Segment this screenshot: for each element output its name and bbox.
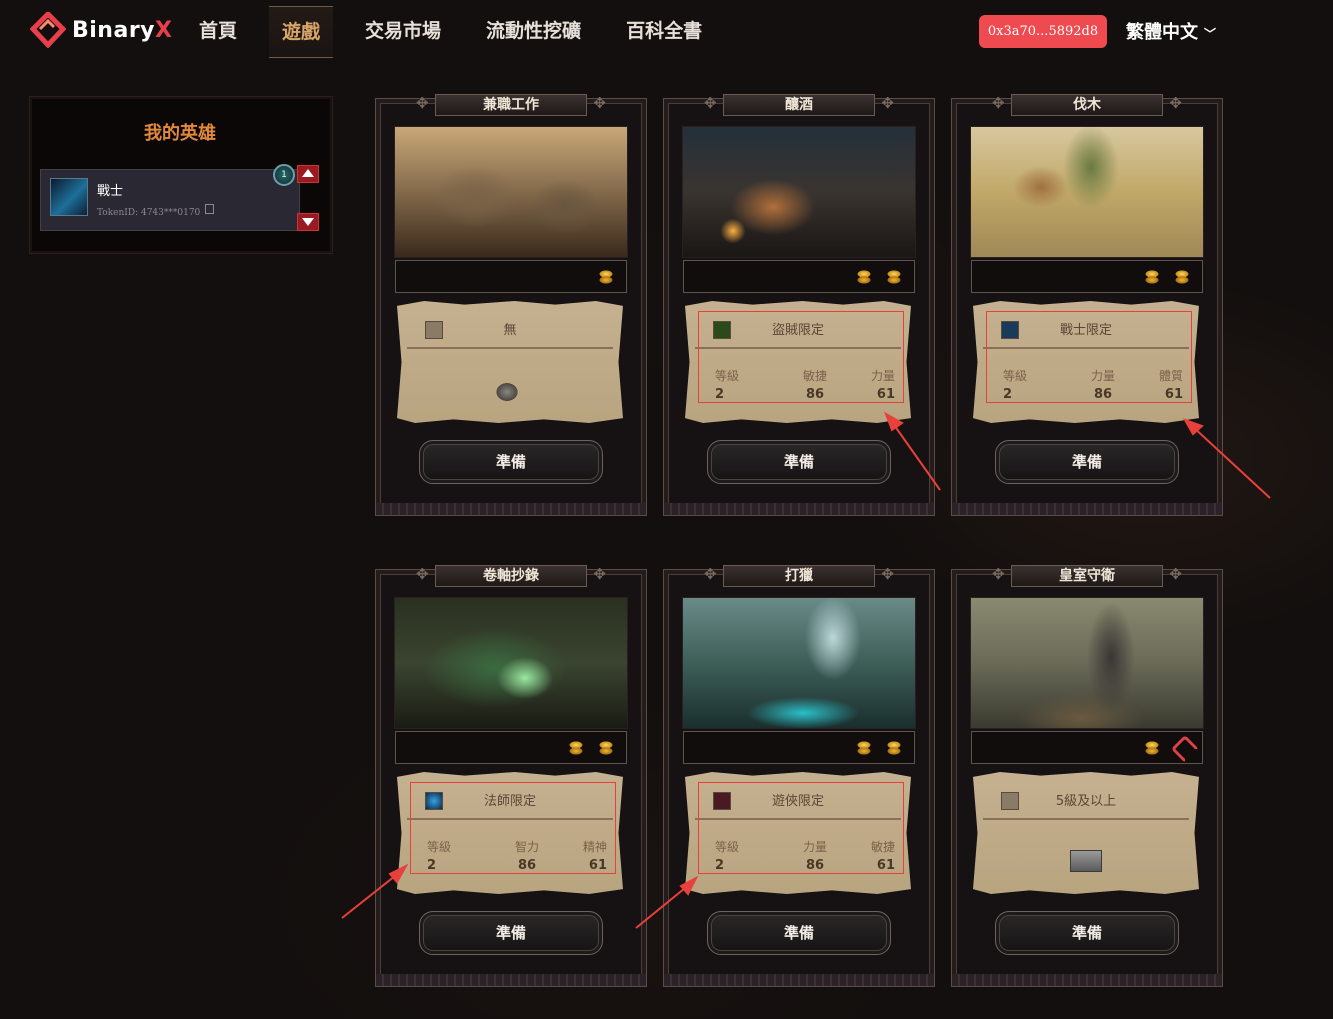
arrow-head — [388, 863, 409, 884]
arrow-head — [679, 875, 699, 896]
annotation-arrows — [341, 411, 1271, 929]
arrow-line — [635, 883, 691, 929]
arrow-head — [884, 411, 904, 432]
arrow-line — [891, 421, 941, 491]
arrow-line — [1191, 425, 1271, 499]
arrow-line — [341, 871, 401, 919]
